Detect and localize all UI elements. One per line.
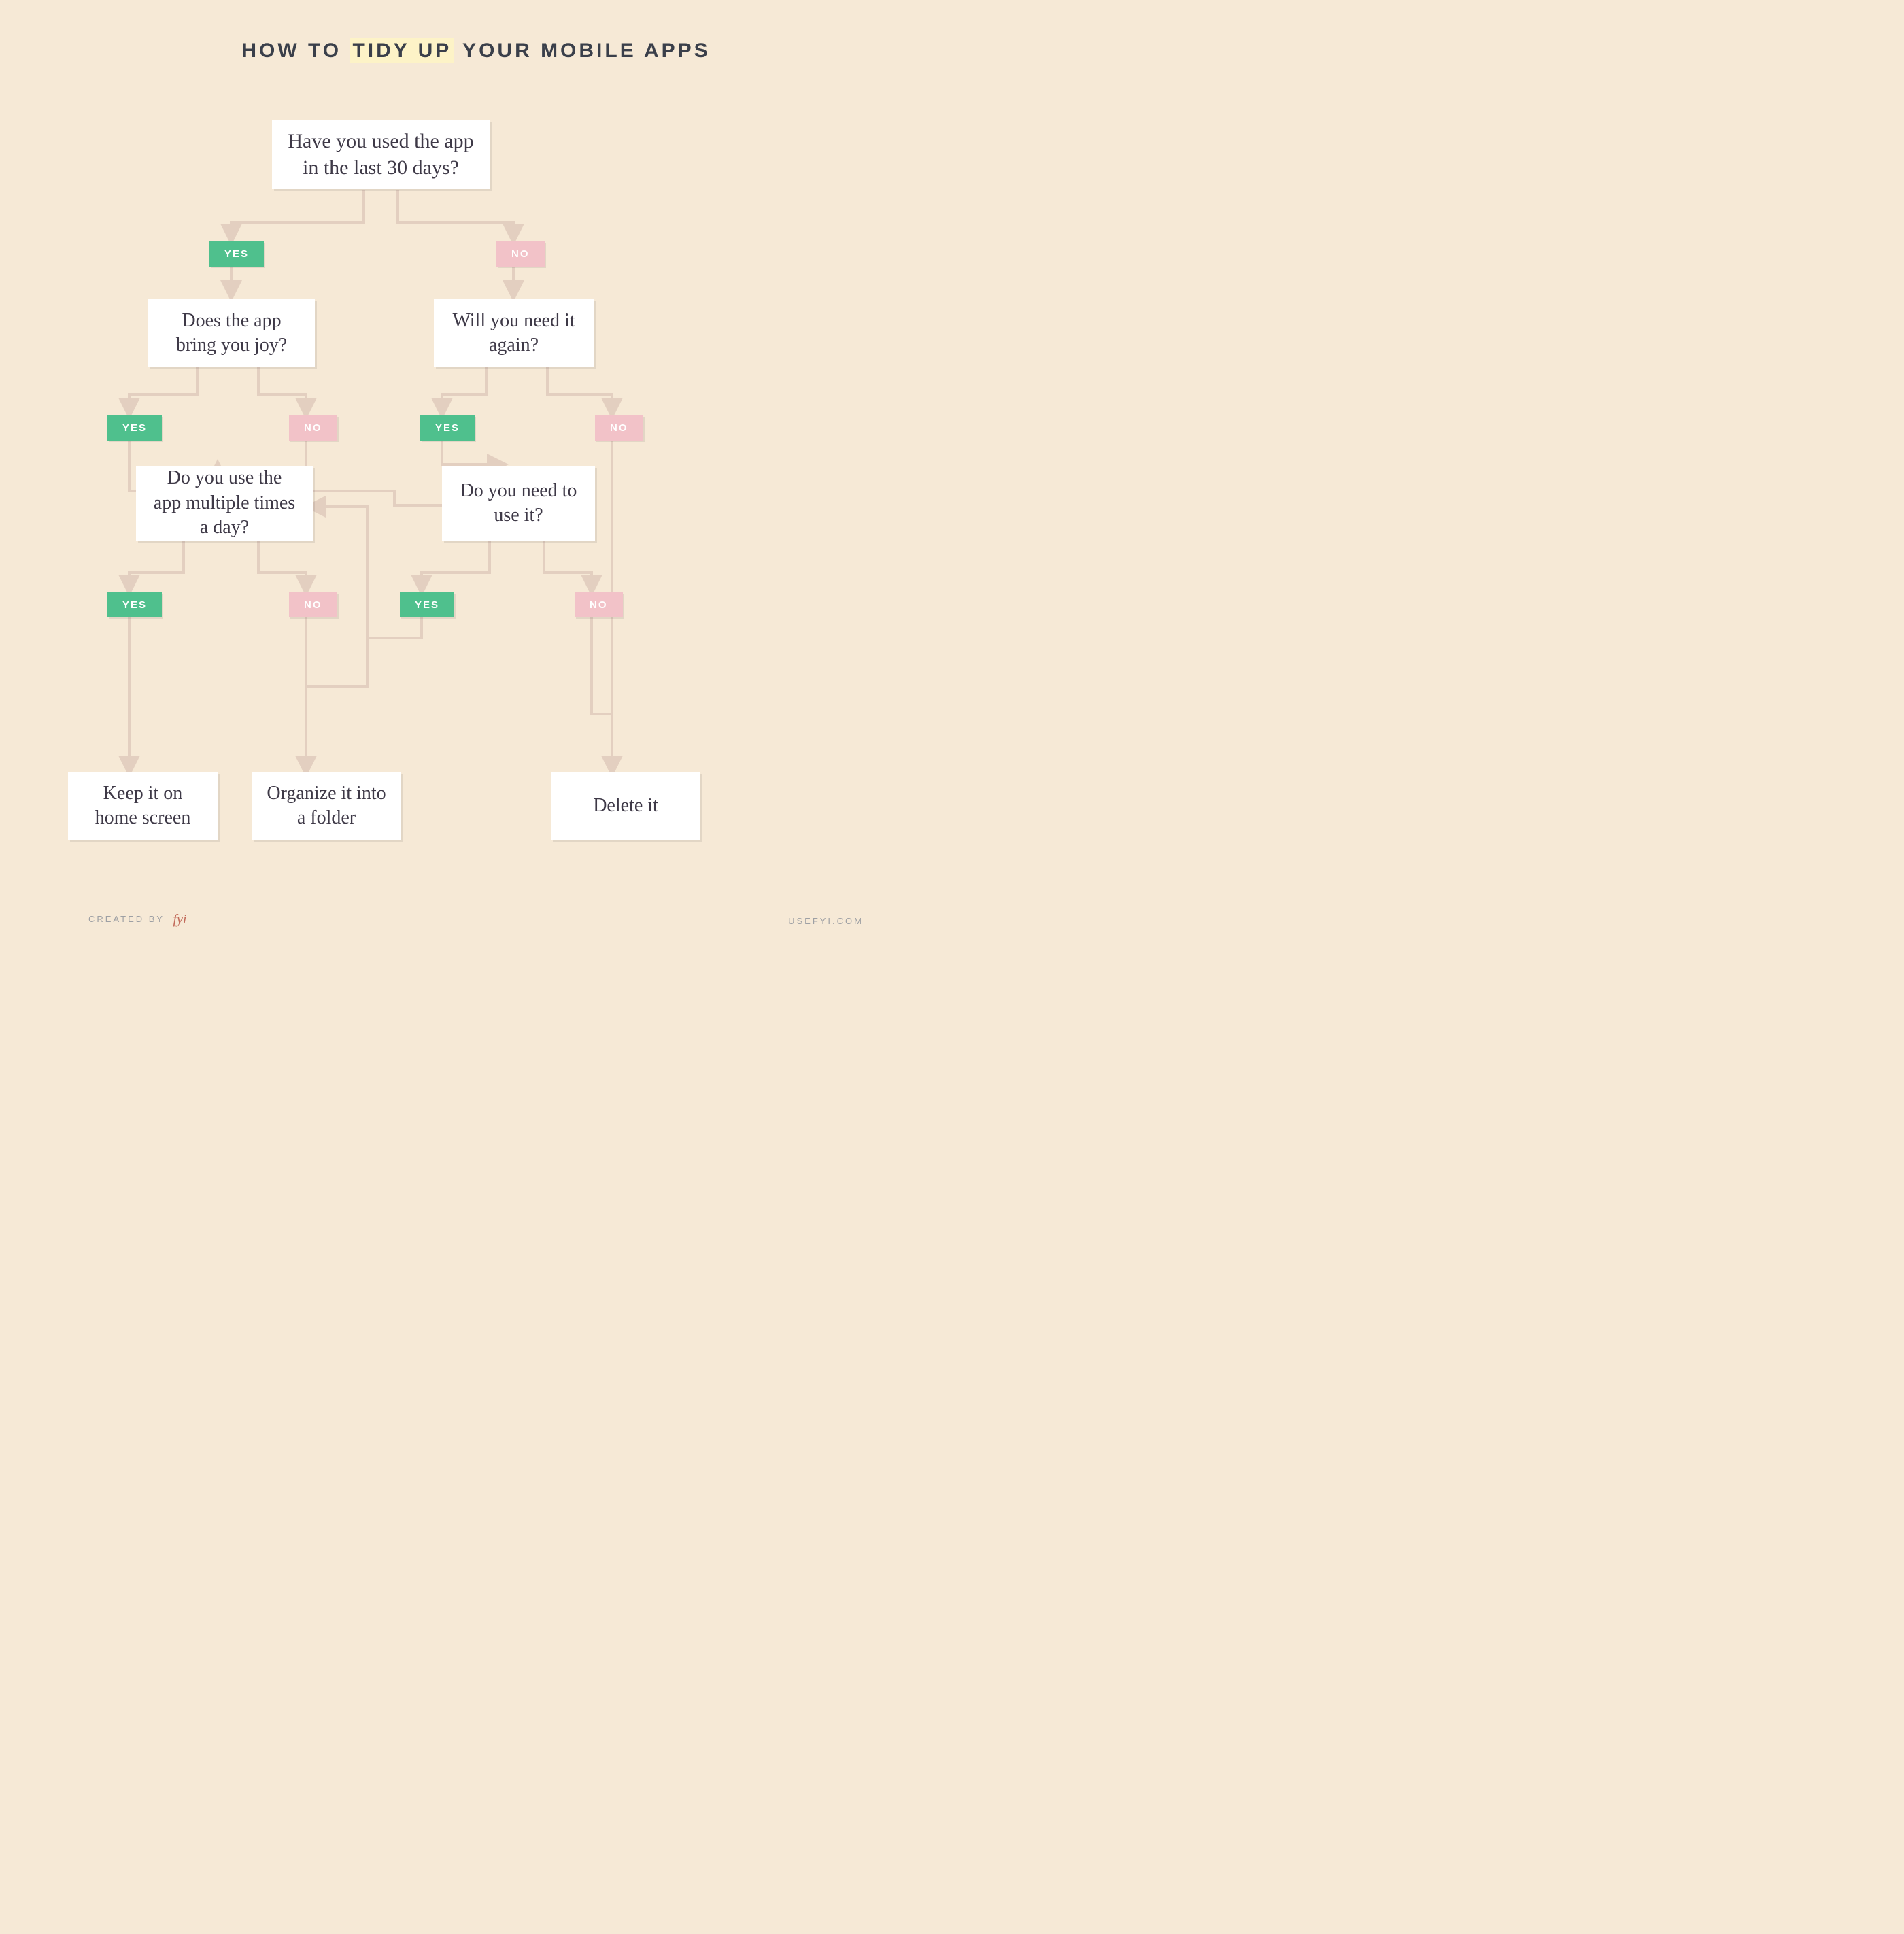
outcome-delete: Delete it [551, 772, 700, 840]
outcome-keep-home-screen: Keep it on home screen [68, 772, 218, 840]
outcome-organize-folder: Organize it into a folder [252, 772, 401, 840]
tag-no: NO [289, 415, 337, 441]
tag-yes: YES [209, 241, 264, 267]
question-need-to-use: Do you need to use it? [442, 466, 595, 541]
question-multiple-times-day: Do you use the app multiple times a day? [136, 466, 313, 541]
title-post: YOUR MOBILE APPS [454, 39, 710, 62]
footer-url: USEFYI.COM [788, 916, 864, 926]
question-used-30-days: Have you used the app in the last 30 day… [272, 120, 490, 189]
tag-no: NO [595, 415, 643, 441]
footer-credit: CREATED BY fyi [88, 911, 187, 926]
tag-yes: YES [107, 592, 162, 617]
tag-no: NO [496, 241, 545, 267]
tag-no: NO [575, 592, 623, 617]
created-by-label: CREATED BY [88, 914, 165, 924]
tag-yes: YES [400, 592, 454, 617]
question-brings-joy: Does the app bring you joy? [148, 299, 315, 367]
tag-no: NO [289, 592, 337, 617]
brand-logo: fyi [173, 912, 187, 928]
question-need-again: Will you need it again? [434, 299, 594, 367]
title-highlight: TIDY UP [350, 38, 454, 63]
title-pre: HOW TO [241, 39, 350, 62]
tag-yes: YES [107, 415, 162, 441]
flowchart-canvas: HOW TO TIDY UP YOUR MOBILE APPS [0, 0, 952, 967]
page-title: HOW TO TIDY UP YOUR MOBILE APPS [0, 39, 952, 63]
tag-yes: YES [420, 415, 475, 441]
